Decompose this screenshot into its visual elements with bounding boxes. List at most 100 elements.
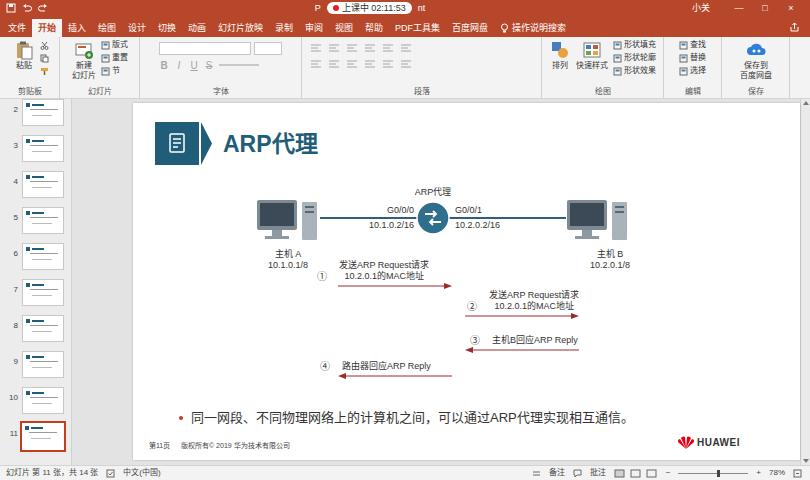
ribbon-tab[interactable]: 设计 [122,19,152,37]
button-label[interactable]: 形状填充 [624,40,656,50]
view-buttons-icon[interactable] [614,469,658,478]
ribbon-small-button[interactable]: 节 [101,66,128,76]
language[interactable]: 中文(中国) [123,467,160,479]
ribbon-tab[interactable]: 切换 [152,19,182,37]
thumbnail-row[interactable]: 11 [0,423,71,459]
format-button[interactable]: U [189,60,199,72]
slide-thumbnail[interactable] [22,171,64,198]
paragraph-format-icon[interactable] [400,43,412,53]
ribbon-tab[interactable]: 审阅 [299,19,329,37]
ribbon-tab[interactable]: 录制 [269,19,299,37]
redo-icon[interactable] [38,3,48,13]
window-control-button[interactable]: × [778,2,804,14]
save-icon[interactable] [6,3,16,13]
paragraph-format-icon[interactable] [328,59,340,69]
user-name[interactable]: 小关 [692,2,710,14]
fit-slide-icon[interactable] [793,469,802,478]
ribbon-large-button[interactable]: 排列 [547,37,573,71]
paragraph-format-icon[interactable] [346,43,358,53]
button-label[interactable]: 排列 [552,61,568,71]
font-name-field[interactable] [159,42,251,55]
format-button[interactable]: S [204,60,214,72]
paragraph-format-icon[interactable] [310,59,322,69]
vertical-scrollbar[interactable] [800,99,810,465]
paragraph-format-icon[interactable] [382,43,394,53]
ribbon-tab[interactable]: 幻灯片放映 [212,19,269,37]
zoom-in-button[interactable]: + [756,467,761,479]
ribbon-tab[interactable]: 绘图 [92,19,122,37]
ribbon-large-button[interactable]: 快速样式 [573,37,611,71]
format-painter-icon[interactable] [40,67,49,76]
button-label[interactable]: 形状效果 [624,66,656,76]
slide-thumbnail[interactable] [22,351,64,378]
button-label[interactable]: 百度网盘 [740,71,772,81]
button-label[interactable]: 版式 [112,40,128,50]
search-label[interactable]: 操作说明搜索 [512,19,566,37]
paragraph-format-icon[interactable] [382,59,394,69]
button-label[interactable]: 节 [112,66,120,76]
button-label[interactable]: 快速样式 [576,61,608,71]
notes-button[interactable]: 备注 [549,467,565,479]
ribbon-small-button[interactable]: 替换 [679,53,706,63]
ribbon-tab[interactable]: PDF工具集 [389,19,446,37]
button-label[interactable]: 粘贴 [16,61,32,71]
scroll-down-icon[interactable] [803,459,809,463]
slide-thumbnail[interactable] [22,243,64,270]
paragraph-format-icon[interactable] [328,43,340,53]
slide-thumbnail[interactable] [22,279,64,306]
ribbon-tab[interactable]: 百度网盘 [446,19,494,37]
slide-thumbnail[interactable] [22,315,64,342]
thumbnail-row[interactable]: 5 [0,207,71,243]
button-label[interactable]: 形状轮廓 [624,53,656,63]
notes-icon[interactable] [532,469,541,478]
ribbon-small-button[interactable]: 形状填充 [613,40,656,50]
thumbnail-row[interactable]: 3 [0,135,71,171]
ribbon-large-button[interactable]: 粘贴 [11,37,37,71]
paragraph-format-icon[interactable] [400,59,412,69]
thumbnail-row[interactable]: 4 [0,171,71,207]
slide-thumbnail[interactable] [22,387,64,414]
paragraph-format-icon[interactable] [346,59,358,69]
paragraph-format-icon[interactable] [364,59,376,69]
window-control-button[interactable]: □ [752,2,778,14]
paragraph-format-icon[interactable] [310,43,322,53]
ribbon-tab[interactable]: 视图 [329,19,359,37]
share-icon[interactable] [789,22,800,33]
slide-thumbnail[interactable] [22,423,64,450]
paragraph-format-icon[interactable] [364,43,376,53]
font-size-field[interactable] [254,42,282,55]
comments-icon[interactable] [573,469,582,478]
button-label[interactable]: 幻灯片 [72,71,96,81]
button-label[interactable]: 替换 [690,53,706,63]
scroll-up-icon[interactable] [803,101,809,105]
zoom-slider[interactable] [678,473,748,474]
ribbon-small-button[interactable]: 版式 [101,40,128,50]
thumbnail-row[interactable]: 9 [0,351,71,387]
ribbon-tab[interactable]: 文件 [2,19,32,37]
format-button[interactable]: I [174,60,184,72]
button-label[interactable]: 重置 [112,53,128,63]
ribbon-large-button[interactable]: 保存到百度网盘 [737,37,775,81]
button-label[interactable]: 新建 [76,61,92,71]
undo-icon[interactable] [22,3,32,13]
thumbnail-row[interactable]: 2 [0,99,71,135]
slide-thumbnail[interactable] [22,135,64,162]
ribbon-large-button[interactable]: 新建幻灯片 [69,37,99,81]
button-label[interactable]: 保存到 [744,61,768,71]
button-label[interactable]: 查找 [690,40,706,50]
format-button[interactable]: B [159,60,169,72]
ribbon-small-button[interactable]: 形状效果 [613,66,656,76]
thumbnail-row[interactable]: 6 [0,243,71,279]
zoom-slider-thumb[interactable] [717,470,720,477]
slide-thumbnail[interactable] [22,207,64,234]
ribbon-tab[interactable]: 开始 [32,19,62,37]
ribbon-small-button[interactable]: 重置 [101,53,128,63]
thumbnail-row[interactable]: 10 [0,387,71,423]
ribbon-small-button[interactable]: 查找 [679,40,706,50]
ribbon-small-button[interactable]: 形状轮廓 [613,53,656,63]
window-control-button[interactable]: — [726,2,752,14]
ribbon-tab[interactable]: 动画 [182,19,212,37]
thumbnail-row[interactable]: 7 [0,279,71,315]
copy-icon[interactable] [40,54,49,63]
ribbon-tab[interactable]: 帮助 [359,19,389,37]
